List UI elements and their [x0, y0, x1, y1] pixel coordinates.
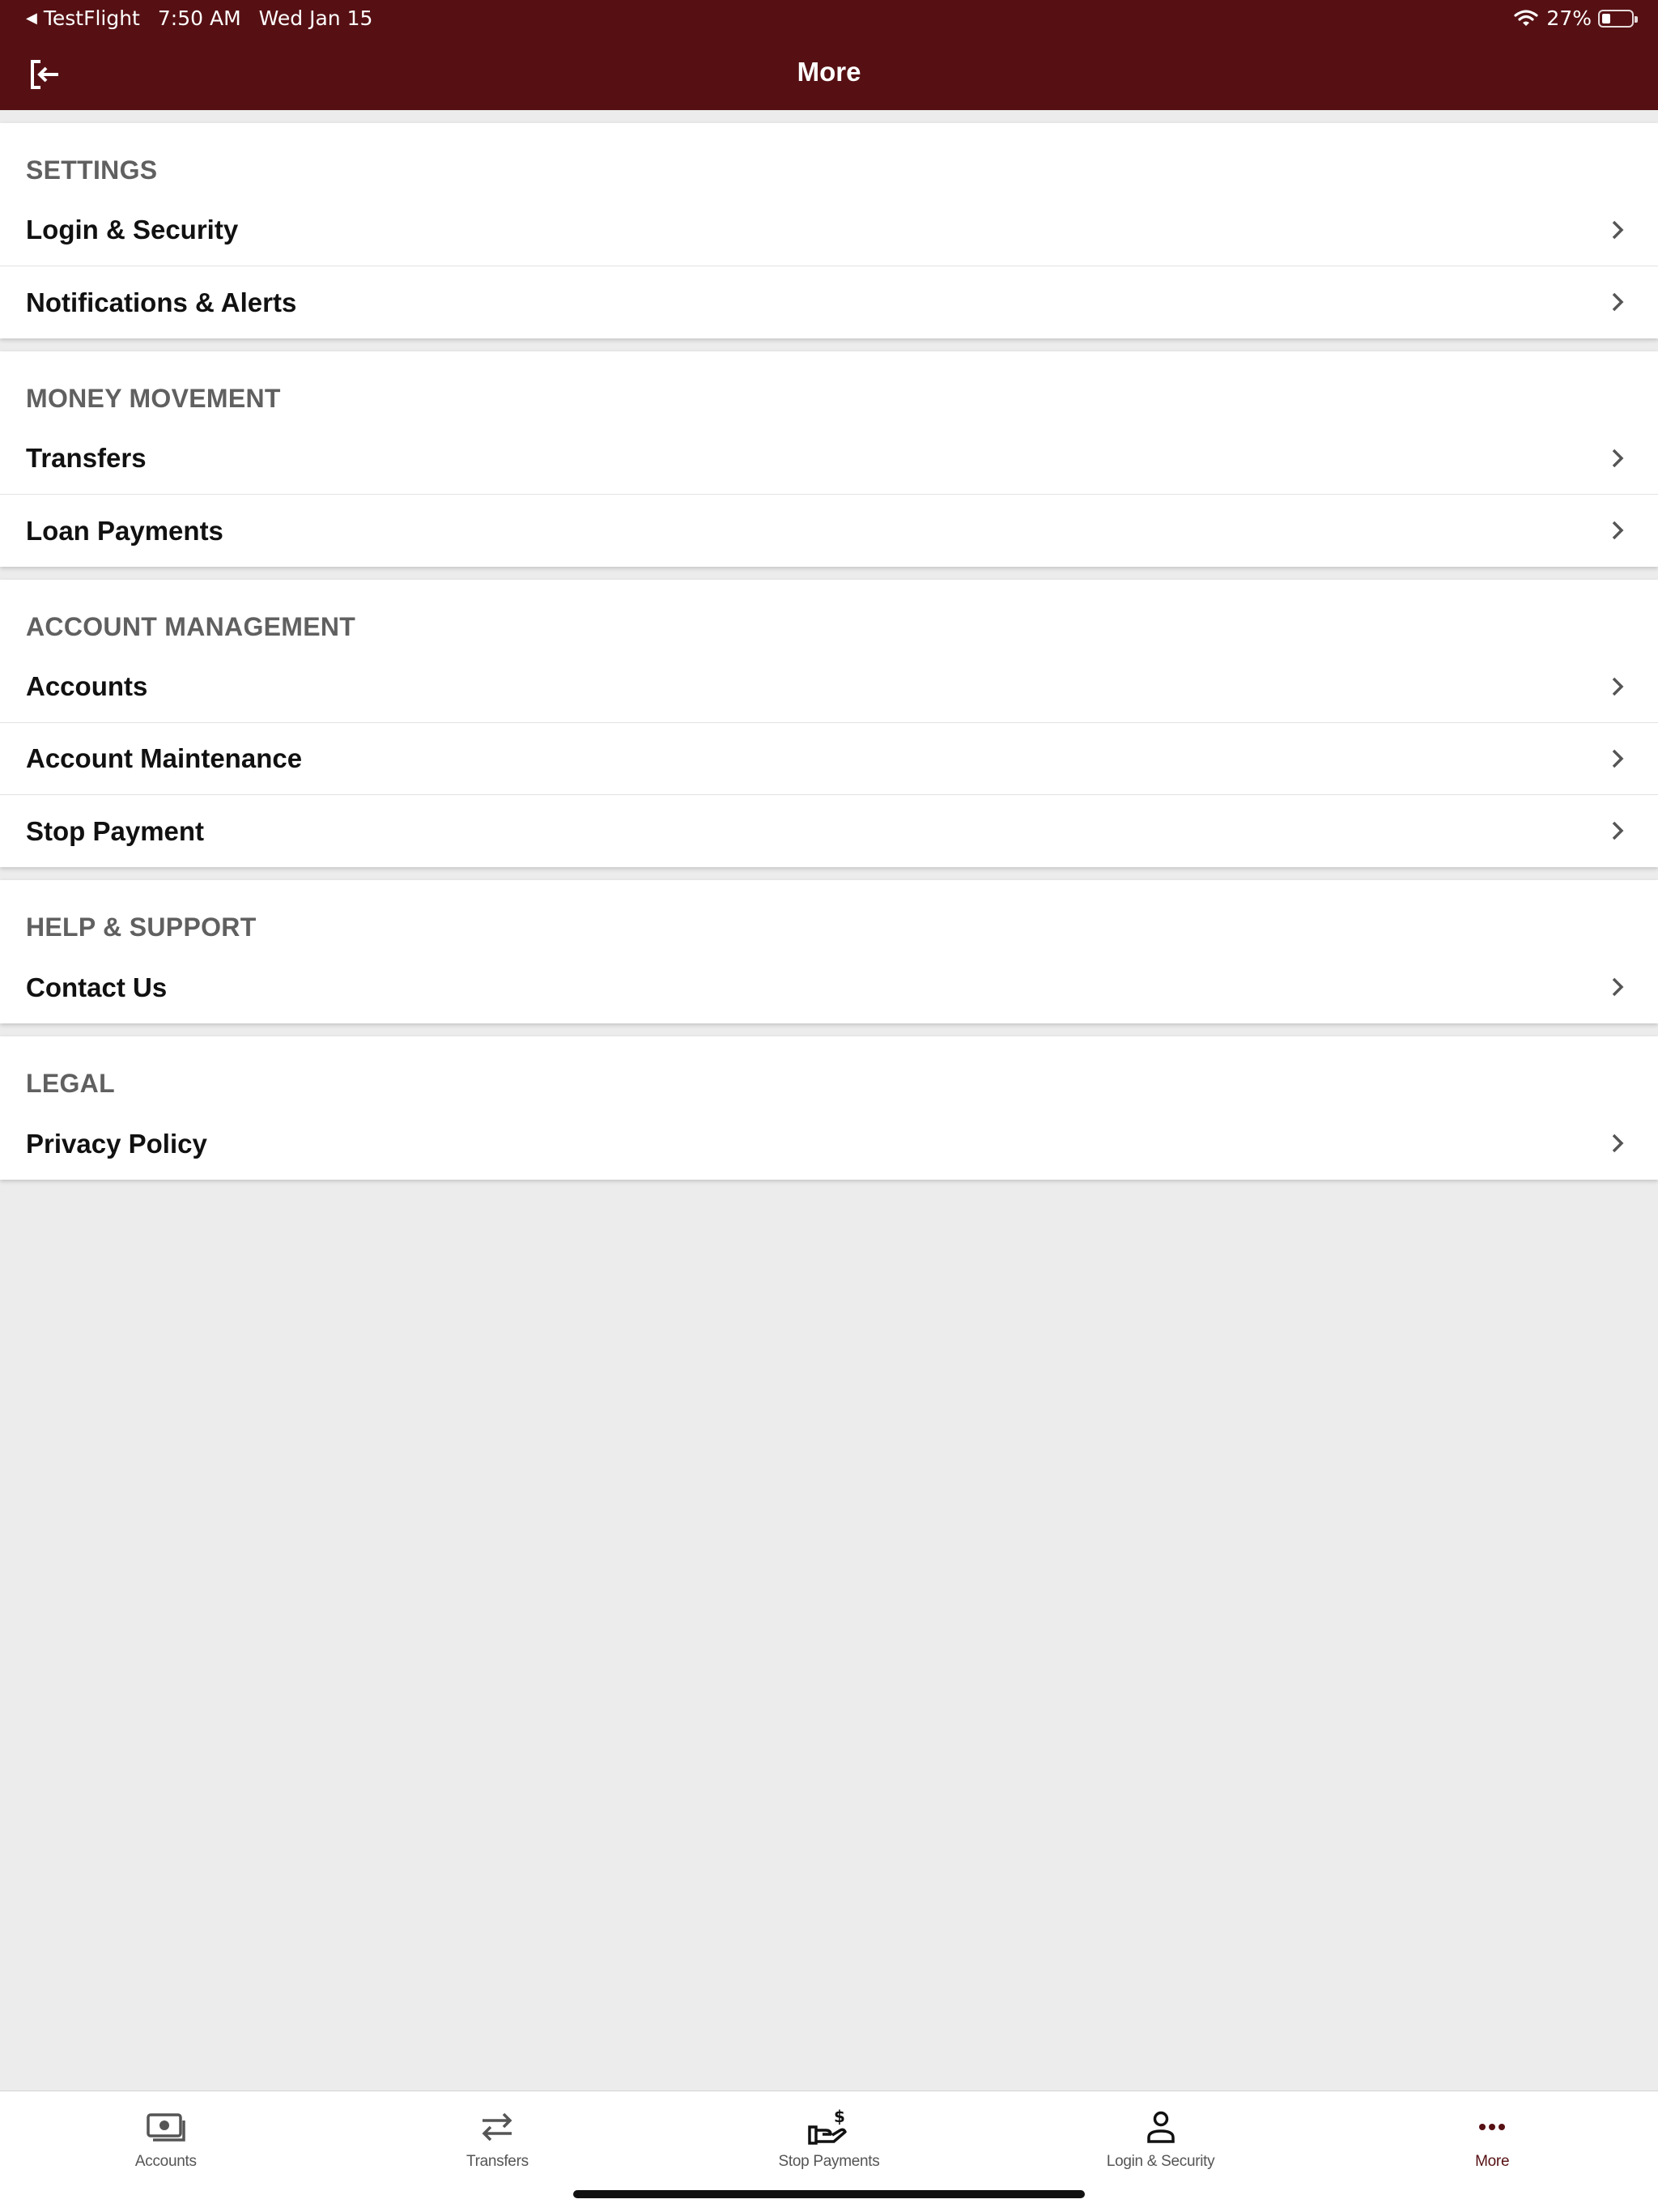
tab-accounts[interactable]: Accounts: [0, 2091, 332, 2180]
menu-item-label: Contact Us: [26, 972, 168, 1002]
chevron-right-icon: [1612, 220, 1624, 240]
section-help-support: HELP & SUPPORT Contact Us: [0, 880, 1658, 1023]
tab-transfers[interactable]: Transfers: [332, 2091, 664, 2180]
back-triangle-icon[interactable]: ◀: [26, 10, 37, 27]
menu-item-label: Transfers: [26, 443, 147, 473]
chevron-right-icon: [1612, 677, 1624, 696]
menu-item-notifications-alerts[interactable]: Notifications & Alerts: [0, 266, 1658, 338]
status-bar: ◀ TestFlight 7:50 AM Wed Jan 15 27%: [0, 0, 1658, 39]
section-header: ACCOUNT MANAGEMENT: [26, 612, 356, 641]
menu-item-login-security[interactable]: Login & Security: [0, 194, 1658, 266]
chevron-right-icon: [1612, 449, 1624, 468]
app-root: ◀ TestFlight 7:50 AM Wed Jan 15 27% More…: [0, 0, 1658, 2212]
menu-item-label: Stop Payment: [26, 815, 205, 846]
page-title: More: [797, 57, 861, 87]
more-dots-icon: [1479, 2124, 1506, 2130]
status-date: Wed Jan 15: [258, 6, 373, 30]
menu-item-account-maintenance[interactable]: Account Maintenance: [0, 723, 1658, 795]
section-header: LEGAL: [26, 1069, 115, 1098]
section-legal: LEGAL Privacy Policy: [0, 1036, 1658, 1180]
section-account-management: ACCOUNT MANAGEMENT Accounts Account Main…: [0, 580, 1658, 867]
menu-item-label: Login & Security: [26, 215, 239, 245]
chevron-right-icon: [1612, 977, 1624, 997]
section-header: HELP & SUPPORT: [26, 912, 257, 942]
battery-cap: [1635, 15, 1638, 23]
wifi-icon: [1514, 9, 1539, 26]
tab-stop-payments[interactable]: $ Stop Payments: [663, 2091, 995, 2180]
menu-item-transfers[interactable]: Transfers: [0, 423, 1658, 495]
section-header: SETTINGS: [26, 155, 158, 185]
menu-item-stop-payment[interactable]: Stop Payment: [0, 795, 1658, 867]
chevron-right-icon: [1612, 821, 1624, 840]
hand-dollar-icon: $: [808, 2107, 847, 2145]
menu-item-privacy-policy[interactable]: Privacy Policy: [0, 1108, 1658, 1180]
cash-icon: [147, 2113, 185, 2142]
menu-item-label: Accounts: [26, 671, 148, 701]
menu-item-label: Account Maintenance: [26, 743, 303, 773]
transfer-arrows-icon: [482, 2112, 512, 2142]
chevron-right-icon: [1612, 1134, 1624, 1153]
menu-list: SETTINGS Login & Security Notifications …: [0, 110, 1658, 1180]
section-money-movement: MONEY MOVEMENT Transfers Loan Payments: [0, 351, 1658, 567]
home-indicator[interactable]: [573, 2190, 1085, 2198]
header: ◀ TestFlight 7:50 AM Wed Jan 15 27% More: [0, 0, 1658, 110]
chevron-right-icon: [1612, 521, 1624, 540]
tab-label: Stop Payments: [778, 2153, 880, 2170]
back-app-label[interactable]: TestFlight: [44, 6, 140, 30]
tab-label: Login & Security: [1106, 2153, 1215, 2170]
battery-percent: 27%: [1546, 6, 1592, 30]
battery-level-fill: [1602, 13, 1610, 23]
status-bar-right: 27%: [1514, 6, 1638, 30]
status-time: 7:50 AM: [157, 6, 241, 30]
battery-icon: [1598, 9, 1638, 28]
section-header: MONEY MOVEMENT: [26, 384, 281, 413]
menu-item-label: Privacy Policy: [26, 1128, 207, 1159]
menu-item-accounts[interactable]: Accounts: [0, 651, 1658, 723]
menu-item-label: Notifications & Alerts: [26, 287, 297, 317]
chevron-right-icon: [1612, 749, 1624, 768]
menu-item-contact-us[interactable]: Contact Us: [0, 951, 1658, 1023]
tab-more[interactable]: More: [1326, 2091, 1658, 2180]
chevron-right-icon: [1612, 292, 1624, 312]
tab-label: Accounts: [134, 2153, 197, 2170]
menu-item-loan-payments[interactable]: Loan Payments: [0, 495, 1658, 567]
menu-item-label: Loan Payments: [26, 515, 223, 546]
tab-login-security[interactable]: Login & Security: [995, 2091, 1327, 2180]
status-bar-left: ◀ TestFlight 7:50 AM Wed Jan 15: [26, 6, 372, 30]
svg-text:$: $: [834, 2107, 845, 2126]
nav-bar: More: [0, 39, 1658, 110]
tab-label: More: [1475, 2153, 1510, 2170]
tab-label: Transfers: [466, 2153, 529, 2170]
tab-bar: Accounts Transfers $ Stop Payments Login…: [0, 2091, 1658, 2212]
section-settings: SETTINGS Login & Security Notifications …: [0, 123, 1658, 338]
person-icon: [1146, 2111, 1175, 2143]
